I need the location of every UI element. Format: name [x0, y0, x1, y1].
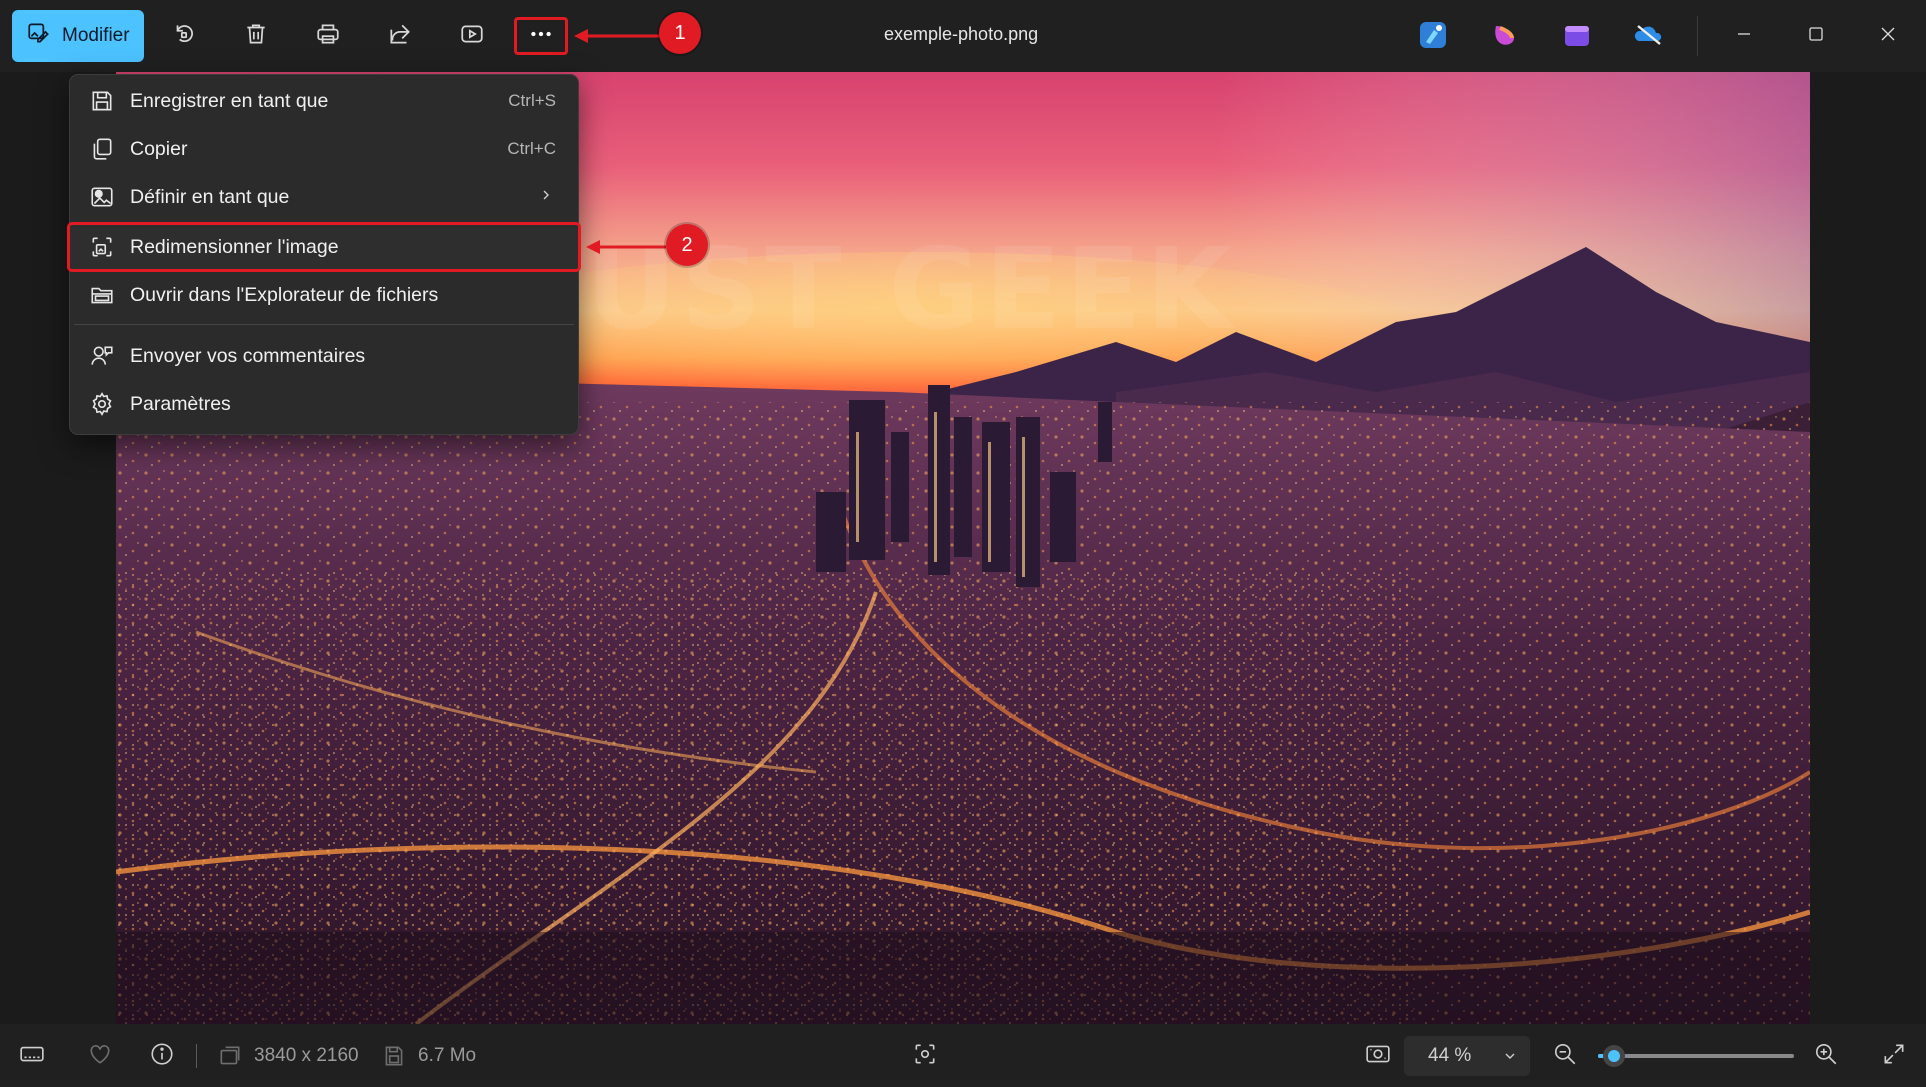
minimize-button[interactable] [1713, 10, 1775, 62]
resize-icon [88, 233, 116, 261]
status-divider [196, 1044, 197, 1068]
heart-icon [87, 1041, 113, 1072]
share-icon [387, 21, 413, 52]
share-button[interactable] [374, 10, 426, 62]
watermark-text: JUST GEEK [540, 225, 1237, 355]
menu-item-copy[interactable]: Copier Ctrl+C [74, 127, 574, 171]
zoom-in-icon [1813, 1041, 1839, 1072]
edit-image-icon [26, 20, 52, 52]
menu-item-label: Définir en tant que [130, 185, 290, 208]
zoom-out-button[interactable] [1551, 1042, 1579, 1070]
print-button[interactable] [302, 10, 354, 62]
annotation-arrow-1 [574, 29, 664, 43]
print-icon [315, 21, 341, 52]
menu-item-open-in-explorer[interactable]: Ouvrir dans l'Explorateur de fichiers [74, 273, 574, 317]
zoom-slider[interactable] [1598, 1045, 1794, 1067]
zoom-out-icon [1552, 1041, 1578, 1072]
filmstrip-icon [19, 1041, 45, 1072]
slideshow-icon [459, 21, 485, 52]
menu-item-label: Enregistrer en tant que [130, 89, 329, 112]
dimensions-icon [216, 1042, 244, 1070]
menu-item-label: Copier [130, 137, 188, 160]
delete-button[interactable] [230, 10, 282, 62]
onedrive-icon[interactable] [1634, 20, 1664, 50]
designer-icon[interactable] [1418, 20, 1448, 50]
info-icon [149, 1041, 175, 1072]
more-options-button[interactable] [514, 17, 568, 55]
edit-button-label: Modifier [62, 25, 130, 46]
visual-search-button[interactable] [911, 1042, 939, 1070]
menu-item-save-as[interactable]: Enregistrer en tant que Ctrl+S [74, 79, 574, 123]
menu-item-set-as[interactable]: Définir en tant que [74, 175, 574, 219]
minimize-icon [1735, 25, 1753, 48]
visual-search-icon [912, 1041, 938, 1072]
more-options-menu: Enregistrer en tant que Ctrl+S Copier Ct… [67, 74, 581, 435]
toolbar: Modifier exemple-photo.png [0, 0, 1926, 72]
annotation-arrow-2 [586, 240, 666, 254]
zoom-level-dropdown[interactable]: 44 % [1404, 1036, 1530, 1076]
menu-item-send-feedback[interactable]: Envoyer vos commentaires [74, 334, 574, 378]
file-size-icon [380, 1042, 408, 1070]
zoom-slider-thumb[interactable] [1602, 1045, 1625, 1067]
status-bar: 3840 x 2160 6.7 Mo 44 % [0, 1024, 1926, 1087]
menu-item-shortcut: Ctrl+S [508, 91, 556, 110]
menu-item-label: Redimensionner l'image [130, 235, 339, 258]
save-icon [88, 87, 116, 115]
image-dimensions: 3840 x 2160 [254, 1045, 359, 1066]
maximize-icon [1807, 25, 1825, 48]
close-icon [1879, 25, 1897, 48]
photos-app-window: Modifier exemple-photo.png JUST GEEK Enr… [0, 0, 1926, 1087]
window-title-text: exemple-photo.png [884, 24, 1039, 44]
menu-item-resize-image[interactable]: Redimensionner l'image [67, 222, 581, 272]
set-as-icon [88, 183, 116, 211]
fullscreen-button[interactable] [1880, 1042, 1908, 1070]
menu-item-settings[interactable]: Paramètres [74, 382, 574, 426]
menu-item-label: Paramètres [130, 392, 231, 415]
clipchamp-icon[interactable] [1562, 20, 1592, 50]
menu-item-label: Envoyer vos commentaires [130, 344, 366, 367]
more-icon [528, 21, 554, 52]
feedback-icon [88, 342, 116, 370]
edit-button[interactable]: Modifier [12, 10, 144, 62]
maximize-button[interactable] [1785, 10, 1847, 62]
rotate-button[interactable] [158, 10, 210, 62]
menu-separator [74, 324, 574, 325]
annotation-badge-1: 1 [659, 12, 701, 54]
settings-icon [88, 390, 116, 418]
favorite-button[interactable] [86, 1042, 114, 1070]
file-info-button[interactable] [148, 1042, 176, 1070]
copy-icon [88, 135, 116, 163]
delete-icon [243, 21, 269, 52]
actual-size-button[interactable] [1364, 1042, 1392, 1070]
zoom-level-value: 44 % [1428, 1045, 1472, 1066]
rotate-icon [171, 21, 197, 52]
actual-size-icon [1365, 1041, 1391, 1072]
menu-item-label: Ouvrir dans l'Explorateur de fichiers [130, 283, 439, 306]
filmstrip-button[interactable] [18, 1042, 46, 1070]
clipchamp-alt-icon[interactable] [1490, 20, 1520, 50]
menu-item-shortcut: Ctrl+C [507, 139, 556, 158]
chevron-right-icon [540, 188, 552, 206]
folder-icon [88, 281, 116, 309]
annotation-badge-2: 2 [666, 224, 708, 266]
close-button[interactable] [1857, 10, 1919, 62]
toolbar-separator [1697, 16, 1698, 56]
slideshow-button[interactable] [446, 10, 498, 62]
file-size: 6.7 Mo [418, 1045, 477, 1066]
fullscreen-icon [1881, 1041, 1907, 1072]
zoom-in-button[interactable] [1812, 1042, 1840, 1070]
